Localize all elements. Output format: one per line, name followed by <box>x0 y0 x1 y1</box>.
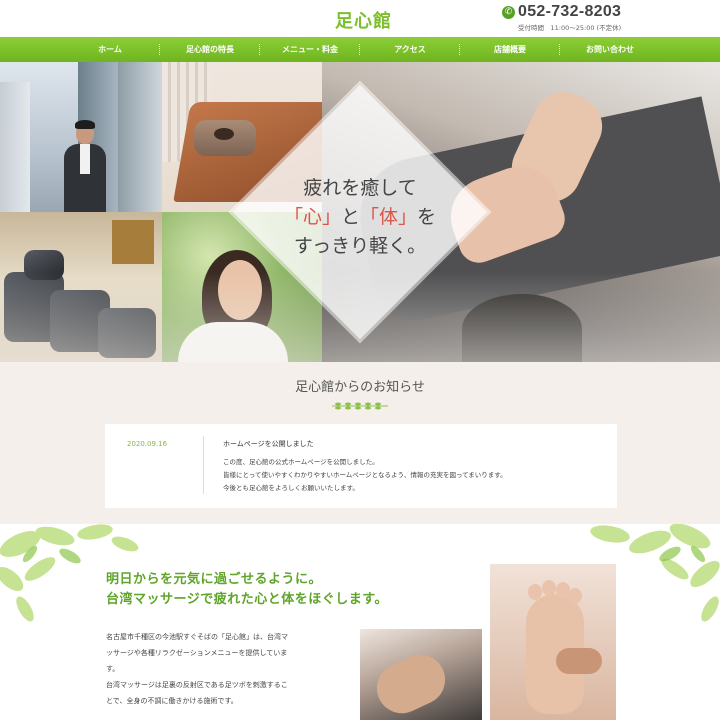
catch-line-3: すっきり軽く。 <box>293 235 427 257</box>
news-body-line: 皆様にとって使いやすくわかりやすいホームページとなるよう、情報の充実を図ってまい… <box>223 471 507 479</box>
intro-text-line: 台湾マッサージは足裏の反射区である足ツボを刺激するこ <box>106 681 288 689</box>
leaf-ornament-icon <box>332 402 388 410</box>
nav-item-features[interactable]: 足心館の特長 <box>160 37 260 62</box>
intro-title-line: 台湾マッサージで疲れた心と体をほぐします。 <box>106 592 388 607</box>
news-divider <box>203 436 204 494</box>
news-title: 足心館からのお知らせ <box>295 380 425 395</box>
site-logo[interactable]: 足心館 <box>335 7 392 33</box>
catch-wo: を <box>417 206 437 228</box>
intro-title-line: 明日からを元気に過ごせるように。 <box>106 572 323 587</box>
site-header: 足心館 ✆ 052-732-8203 受付時間 11:00～25:00 (不定休… <box>0 0 720 37</box>
news-body-line: この度、足心館の公式ホームページを公開しました。 <box>223 458 379 466</box>
news-section: 足心館からのお知らせ 2020.09.16 ホームページを公開しました この度、… <box>0 362 720 524</box>
intro-text-line: ッサージや各種リラクゼーションメニューを提供していま <box>106 649 288 657</box>
tel-block: ✆ 052-732-8203 受付時間 11:00～25:00 (不定休) <box>502 3 716 32</box>
nav-item-access[interactable]: アクセス <box>360 37 460 62</box>
phone-icon: ✆ <box>502 6 515 19</box>
catch-kokoro: 「心」 <box>283 206 341 228</box>
news-body-line: 今後とも足心館をよろしくお願いいたします。 <box>223 484 359 492</box>
intro-text-line: す。 <box>106 665 120 673</box>
intro-section: 明日からを元気に過ごせるように。 台湾マッサージで疲れた心と体をほぐします。 名… <box>0 524 720 720</box>
hero-visual: 疲れを癒して 「心」と「体」を すっきり軽く。 <box>0 62 720 362</box>
shoulder-massage-photo <box>360 629 482 720</box>
nav-item-home[interactable]: ホーム <box>60 37 160 62</box>
catch-line-2: 「心」と「体」を <box>270 203 450 232</box>
nav-item-contact[interactable]: お問い合わせ <box>560 37 660 62</box>
hero-catchcopy: 疲れを癒して 「心」と「体」を すっきり軽く。 <box>270 174 450 261</box>
business-hours: 受付時間 11:00～25:00 (不定休) <box>518 24 622 32</box>
intro-text-line: 名古屋市千種区の今池駅すぐそばの「足心館」は、台湾マ <box>106 633 288 641</box>
intro-text-line: とで、全身の不調に働きかける施術です。 <box>106 697 238 705</box>
news-heading[interactable]: ホームページを公開しました <box>223 439 314 449</box>
catch-karada: 「体」 <box>360 206 418 228</box>
global-nav: ホーム 足心館の特長 メニュー・料金 アクセス 店舗概要 お問い合わせ <box>0 37 720 62</box>
foot-massage-photo <box>490 564 616 720</box>
catch-to: と <box>340 206 360 228</box>
nav-item-menu[interactable]: メニュー・料金 <box>260 37 360 62</box>
news-date: 2020.09.16 <box>127 440 168 448</box>
news-item: 2020.09.16 ホームページを公開しました この度、足心館の公式ホームペー… <box>105 424 617 508</box>
tel-number[interactable]: 052-732-8203 <box>518 3 621 21</box>
catch-line-1: 疲れを癒して <box>303 177 417 199</box>
nav-item-shop[interactable]: 店舗概要 <box>460 37 560 62</box>
